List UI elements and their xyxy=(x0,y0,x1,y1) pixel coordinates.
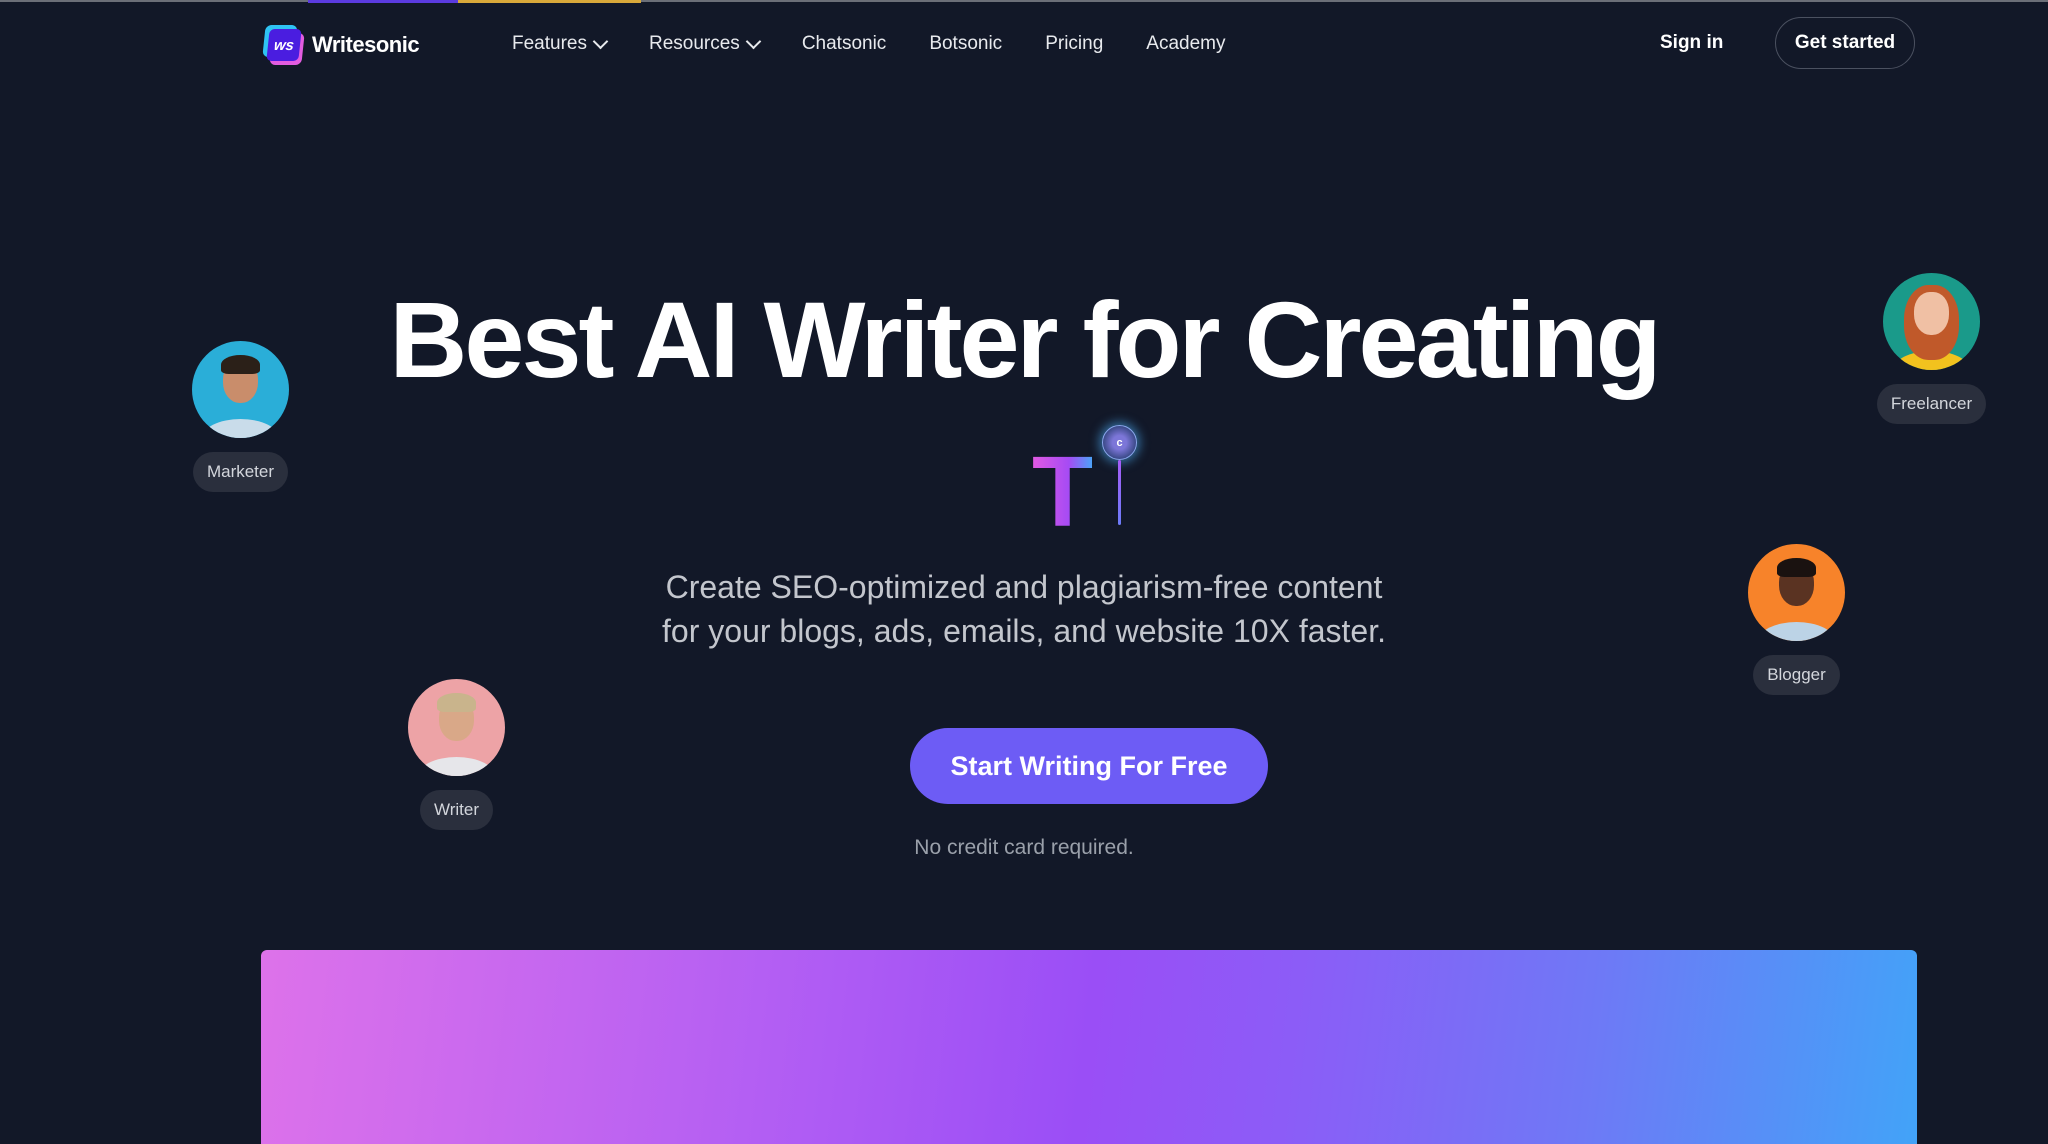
subtitle-line: for your blogs, ads, emails, and website… xyxy=(662,613,1386,649)
ai-cursor-icon: c xyxy=(1102,425,1137,460)
persona-tag: Freelancer xyxy=(1876,384,1987,424)
avatar xyxy=(408,679,505,776)
menu-item-botsonic[interactable]: Botsonic xyxy=(929,33,1002,55)
cursor-glyph: c xyxy=(1116,436,1123,449)
sign-in-link[interactable]: Sign in xyxy=(1660,32,1723,54)
typed-text: T xyxy=(1032,436,1094,548)
subtitle-line: Create SEO-optimized and plagiarism-free… xyxy=(665,569,1383,605)
main-menu: Features Resources Chatsonic Botsonic Pr… xyxy=(512,33,1268,55)
logo-text: Writesonic xyxy=(312,32,420,57)
menu-item-pricing[interactable]: Pricing xyxy=(1045,33,1103,55)
menu-item-label: Features xyxy=(512,33,587,54)
persona-writer: Writer xyxy=(408,679,505,830)
text-cursor xyxy=(1118,460,1121,525)
hero-headline: Best AI Writer for Creating xyxy=(389,279,1661,400)
avatar xyxy=(1748,544,1845,641)
avatar xyxy=(1883,273,1980,370)
start-writing-button[interactable]: Start Writing For Free xyxy=(910,728,1268,804)
typing-animation: T c xyxy=(1030,425,1170,542)
menu-item-academy[interactable]: Academy xyxy=(1146,33,1225,55)
menu-item-resources[interactable]: Resources xyxy=(648,33,762,55)
chevron-down-icon xyxy=(745,33,762,50)
persona-tag: Writer xyxy=(419,790,493,830)
menu-item-label: Academy xyxy=(1146,33,1226,54)
chevron-down-icon xyxy=(592,33,609,50)
persona-freelancer: Freelancer xyxy=(1876,273,1987,424)
product-preview-panel xyxy=(261,950,1917,1144)
logo-mark-icon: ws xyxy=(262,25,305,65)
menu-item-features[interactable]: Features xyxy=(512,33,609,55)
persona-marketer: Marketer xyxy=(192,341,289,492)
avatar xyxy=(192,341,289,438)
get-started-button[interactable]: Get started xyxy=(1775,17,1915,69)
menu-item-label: Resources xyxy=(648,33,740,54)
menu-item-label: Botsonic xyxy=(929,33,1003,54)
writesonic-logo[interactable]: ws Writesonic xyxy=(262,25,420,65)
menu-item-label: Pricing xyxy=(1045,33,1104,54)
persona-blogger: Blogger xyxy=(1748,544,1845,695)
persona-tag: Blogger xyxy=(1753,655,1840,695)
top-navigation: ws Writesonic Features Resources Chatson… xyxy=(0,0,2048,95)
hero-subtitle: Create SEO-optimized and plagiarism-free… xyxy=(0,565,2048,653)
menu-item-chatsonic[interactable]: Chatsonic xyxy=(802,33,887,55)
no-credit-card-note: No credit card required. xyxy=(914,836,1134,859)
persona-tag: Marketer xyxy=(192,452,289,492)
menu-item-label: Chatsonic xyxy=(801,33,887,54)
